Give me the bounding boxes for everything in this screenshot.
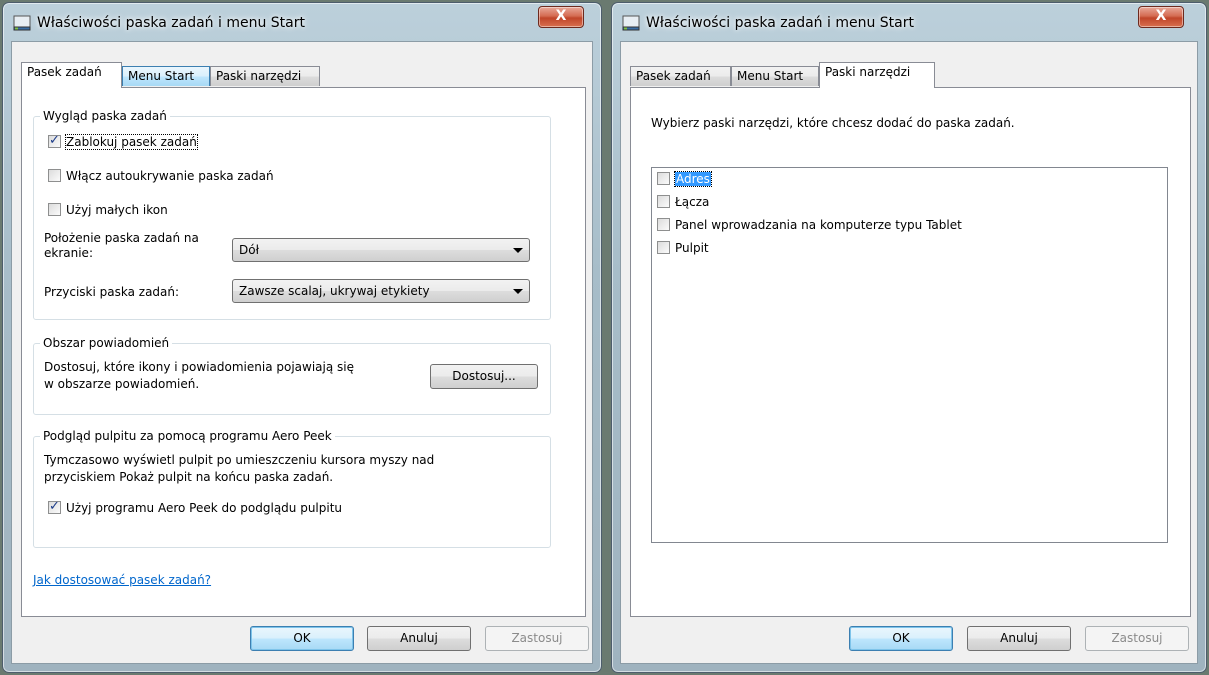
title-bar[interactable]: Właściwości paska zadań i menu Start X	[3, 3, 601, 37]
checkbox-unchecked-icon	[48, 203, 61, 216]
toolbar-item-links[interactable]: Łącza	[657, 195, 709, 213]
group-title: Podgląd pulpitu za pomocą programu Aero …	[40, 429, 335, 443]
toolbars-list[interactable]: Adres Łącza Panel wprowadzania na komput…	[651, 167, 1168, 543]
aero-peek-checkbox[interactable]: Użyj programu Aero Peek do podglądu pulp…	[48, 499, 342, 515]
taskbar-properties-window-left: Właściwości paska zadań i menu Start X P…	[2, 2, 602, 673]
ok-button[interactable]: OK	[849, 626, 953, 651]
taskbar-app-icon	[13, 15, 31, 31]
taskbar-buttons-label: Przyciski paska zadań:	[44, 285, 180, 299]
checkbox-unchecked-icon	[657, 172, 670, 185]
title-bar[interactable]: Właściwości paska zadań i menu Start X	[612, 3, 1206, 37]
group-title: Wygląd paska zadań	[40, 109, 170, 123]
checkbox-checked-icon	[48, 499, 61, 514]
checkbox-unchecked-icon	[657, 218, 670, 231]
help-link[interactable]: Jak dostosować pasek zadań?	[33, 573, 211, 587]
notification-text-line2: w obszarze powiadomień.	[44, 377, 200, 391]
toolbar-item-address[interactable]: Adres	[657, 171, 712, 190]
dropdown-arrow-icon	[513, 248, 523, 253]
close-button[interactable]: X	[538, 6, 584, 28]
small-icons-checkbox[interactable]: Użyj małych ikon	[48, 203, 168, 217]
close-button[interactable]: X	[1138, 6, 1184, 28]
lock-taskbar-checkbox[interactable]: Zablokuj pasek zadań	[48, 133, 198, 150]
checkbox-unchecked-icon	[48, 169, 61, 182]
apply-button[interactable]: Zastosuj	[1085, 626, 1189, 651]
tab-start-menu[interactable]: Menu Start	[731, 66, 819, 86]
dialog-client-area: Pasek zadań Menu Start Paski narzędzi Wy…	[620, 41, 1198, 664]
cancel-button[interactable]: Anuluj	[967, 626, 1071, 651]
notification-text-line1: Dostosuj, które ikony i powiadomienia po…	[44, 360, 354, 374]
window-title: Właściwości paska zadań i menu Start	[646, 15, 914, 31]
aero-text-line2: przyciskiem Pokaż pulpit na końcu paska …	[44, 470, 334, 484]
tab-toolbars[interactable]: Paski narzędzi	[210, 66, 320, 86]
taskbar-properties-window-right: Właściwości paska zadań i menu Start X P…	[611, 2, 1207, 673]
aero-peek-group: Podgląd pulpitu za pomocą programu Aero …	[33, 429, 551, 548]
apply-button[interactable]: Zastosuj	[485, 626, 589, 651]
tab-panel: Wybierz paski narzędzi, które chcesz dod…	[630, 87, 1191, 617]
taskbar-location-dropdown[interactable]: Dół	[232, 238, 530, 262]
tab-taskbar[interactable]: Pasek zadań	[21, 62, 122, 88]
taskbar-app-icon	[622, 15, 640, 31]
taskbar-location-label: Położenie paska zadań na ekranie:	[44, 231, 199, 260]
dropdown-arrow-icon	[513, 289, 523, 294]
appearance-group: Wygląd paska zadań Zablokuj pasek zadań …	[33, 109, 551, 320]
tab-taskbar[interactable]: Pasek zadań	[630, 66, 731, 86]
checkbox-unchecked-icon	[657, 241, 670, 254]
toolbar-item-desktop[interactable]: Pulpit	[657, 241, 709, 259]
toolbar-item-tablet-input[interactable]: Panel wprowadzania na komputerze typu Ta…	[657, 218, 962, 236]
window-title: Właściwości paska zadań i menu Start	[37, 15, 305, 31]
taskbar-buttons-dropdown[interactable]: Zawsze scalaj, ukrywaj etykiety	[232, 279, 530, 303]
ok-button[interactable]: OK	[250, 626, 354, 651]
group-title: Obszar powiadomień	[40, 336, 173, 350]
cancel-button[interactable]: Anuluj	[367, 626, 471, 651]
tab-toolbars[interactable]: Paski narzędzi	[819, 62, 935, 88]
dialog-client-area: Pasek zadań Menu Start Paski narzędzi Wy…	[11, 41, 593, 664]
checkbox-checked-icon	[48, 133, 61, 148]
aero-text-line1: Tymczasowo wyświetl pulpit po umieszczen…	[44, 453, 435, 467]
checkbox-unchecked-icon	[657, 195, 670, 208]
autohide-checkbox[interactable]: Włącz autoukrywanie paska zadań	[48, 169, 274, 183]
customize-button[interactable]: Dostosuj...	[430, 364, 538, 389]
tab-start-menu[interactable]: Menu Start	[122, 66, 210, 86]
tab-panel: Wygląd paska zadań Zablokuj pasek zadań …	[21, 87, 586, 617]
notification-area-group: Obszar powiadomień Dostosuj, które ikony…	[33, 336, 551, 415]
toolbars-instruction: Wybierz paski narzędzi, które chcesz dod…	[651, 116, 1015, 130]
